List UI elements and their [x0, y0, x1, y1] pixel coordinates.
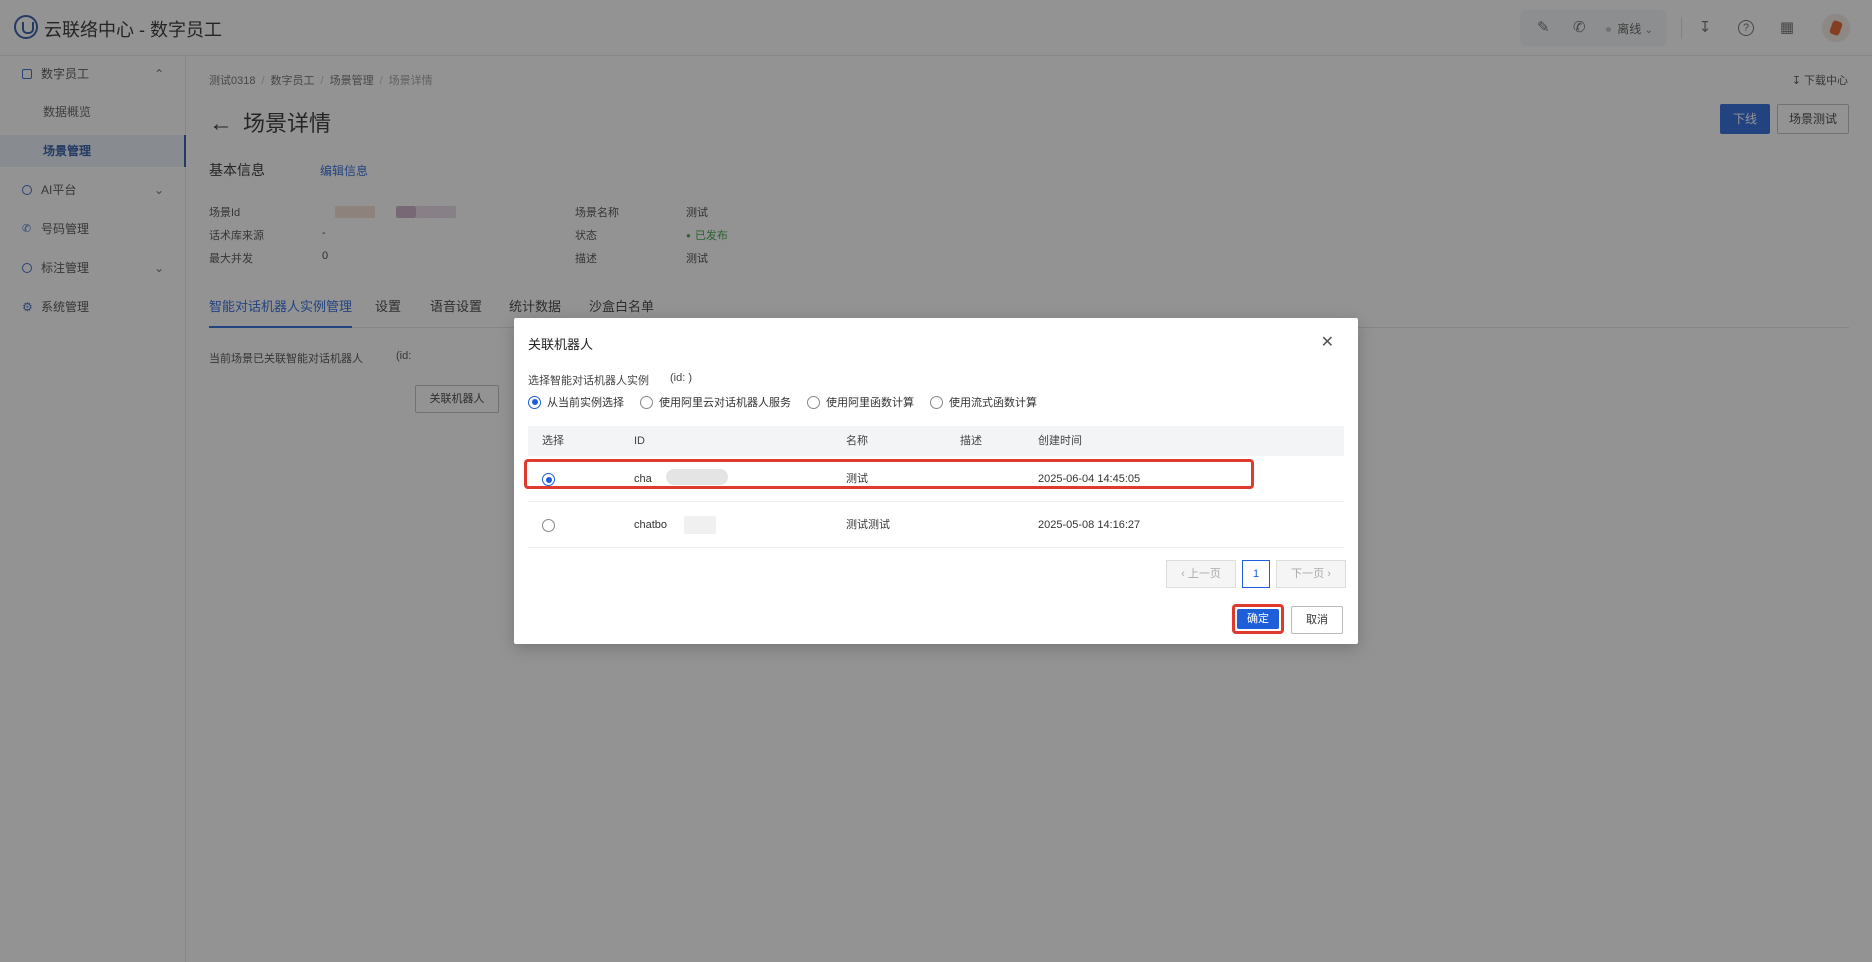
radio-button[interactable]	[528, 395, 541, 409]
column-header: 选择	[542, 435, 564, 447]
table-header: 选择 ID 名称 描述 创建时间	[528, 426, 1344, 456]
row-name: 测试测试	[846, 519, 890, 531]
select-instance-id: (id: )	[670, 372, 692, 384]
close-icon[interactable]: ✕	[1321, 332, 1334, 352]
radio-button[interactable]	[807, 395, 820, 409]
radio-option-aliyun-robot[interactable]: 使用阿里云对话机器人服务	[640, 394, 791, 410]
radio-label: 使用阿里函数计算	[826, 397, 914, 409]
confirm-highlight-box: 确定	[1232, 604, 1284, 634]
prev-page-button[interactable]: ‹ 上一页	[1166, 560, 1236, 588]
radio-label: 使用流式函数计算	[949, 397, 1037, 409]
table-row[interactable]: chatbo 测试测试 2025-05-08 14:16:27	[528, 502, 1344, 548]
chevron-right-icon: ›	[1327, 568, 1331, 580]
chevron-left-icon: ‹	[1181, 568, 1185, 580]
row-created: 2025-05-08 14:16:27	[1038, 519, 1141, 531]
radio-option-aliyun-function[interactable]: 使用阿里函数计算	[807, 394, 914, 410]
radio-option-streaming-function[interactable]: 使用流式函数计算	[930, 394, 1037, 410]
radio-button[interactable]	[930, 395, 943, 409]
row-radio-button[interactable]	[542, 473, 555, 486]
column-header: 描述	[960, 435, 982, 447]
link-robot-dialog: 关联机器人 ✕ 选择智能对话机器人实例 (id: ) 从当前实例选择 使用阿里云…	[514, 318, 1358, 644]
radio-option-current-instance[interactable]: 从当前实例选择	[528, 394, 624, 410]
next-page-button[interactable]: 下一页 ›	[1276, 560, 1346, 588]
radio-label: 使用阿里云对话机器人服务	[659, 397, 791, 409]
table-row[interactable]: cha 测试 2025-06-04 14:45:05	[524, 456, 1344, 502]
source-radio-group: 从当前实例选择 使用阿里云对话机器人服务 使用阿里函数计算 使用流式函数计算	[528, 394, 1037, 410]
select-instance-label: 选择智能对话机器人实例	[528, 375, 649, 387]
prev-page-label: 上一页	[1187, 568, 1221, 580]
row-id: chatbo	[634, 519, 668, 531]
redacted-value	[684, 516, 716, 534]
cancel-button[interactable]: 取消	[1291, 606, 1343, 634]
page-number-button[interactable]: 1	[1242, 560, 1270, 588]
row-id: cha	[634, 473, 652, 485]
row-created: 2025-06-04 14:45:05	[1038, 473, 1141, 485]
pagination: ‹ 上一页 1 下一页 ›	[1166, 560, 1346, 588]
next-page-label: 下一页	[1291, 568, 1325, 580]
column-header: 名称	[846, 435, 868, 447]
radio-label: 从当前实例选择	[547, 397, 624, 409]
confirm-button[interactable]: 确定	[1237, 609, 1279, 629]
dialog-title: 关联机器人	[528, 337, 594, 352]
column-header: 创建时间	[1038, 435, 1082, 447]
row-radio-button[interactable]	[542, 519, 555, 532]
radio-button[interactable]	[640, 395, 653, 409]
redacted-value	[666, 469, 728, 485]
column-header: ID	[634, 435, 645, 447]
row-name: 测试	[846, 473, 868, 485]
robot-table: 选择 ID 名称 描述 创建时间 cha 测试 2025-06-04 14:45…	[524, 426, 1344, 548]
